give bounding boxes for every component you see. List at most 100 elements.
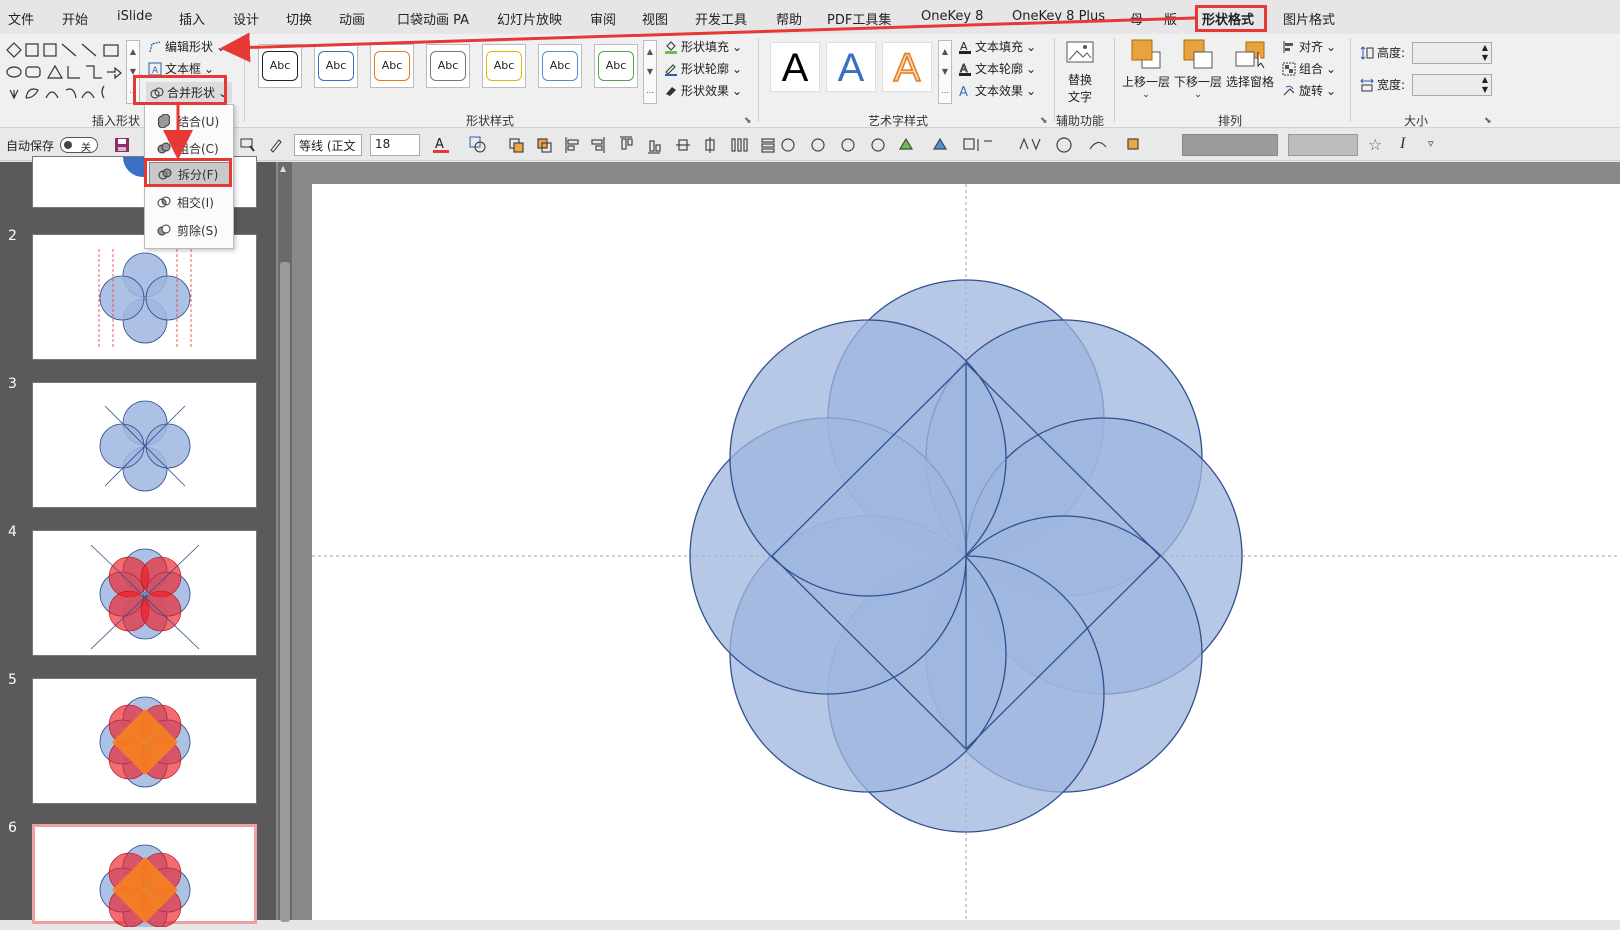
shape-styles-scroll[interactable]: ▲ ▼ ⋯ xyxy=(643,40,657,104)
star-icon[interactable]: ☆ xyxy=(1368,135,1382,154)
slide-thumbnail[interactable] xyxy=(32,234,257,360)
text-outline-icon: A xyxy=(959,62,971,76)
customize-toolbar-icon[interactable]: ▿ xyxy=(1428,137,1434,150)
arrange-icons-strip[interactable] xyxy=(508,135,1148,155)
text-fill-button[interactable]: A 文本填充 ⌄ xyxy=(958,38,1036,55)
align-button[interactable]: 对齐 ⌄ xyxy=(1282,38,1336,55)
bring-forward-button[interactable]: 上移一层 ⌄ xyxy=(1120,38,1172,100)
scrollbar-thumb[interactable] xyxy=(280,262,290,922)
rotate-label: 旋转 xyxy=(1299,84,1324,98)
send-backward-button[interactable]: 下移一层 ⌄ xyxy=(1172,38,1224,100)
tab-home[interactable]: 开始 xyxy=(62,9,88,28)
wordart-style-black[interactable]: A xyxy=(770,42,820,92)
flower-of-life-shape[interactable] xyxy=(312,184,1620,920)
slide-thumbnail[interactable] xyxy=(32,530,257,656)
tab-developer[interactable]: 开发工具 xyxy=(695,9,747,28)
dialog-launcher-icon[interactable]: ⬊ xyxy=(1040,116,1048,126)
wordart-styles-scroll[interactable]: ▲ ▼ ⋯ xyxy=(938,40,952,104)
tab-view[interactable]: 视图 xyxy=(642,9,668,28)
edit-shape-button[interactable]: 编辑形状 ⌄ xyxy=(148,38,226,55)
height-input[interactable]: ▲ ▼ xyxy=(1412,42,1492,64)
wordart-style-orange-outline[interactable]: A xyxy=(882,42,932,92)
tab-onekey8-plus[interactable]: OneKey 8 Plus xyxy=(1012,9,1105,24)
dialog-launcher-icon[interactable]: ⬊ xyxy=(744,116,752,126)
tab-slideshow[interactable]: 幻灯片放映 xyxy=(497,9,562,28)
shape-outline-button[interactable]: 形状轮廓 ⌄ xyxy=(664,60,742,77)
slide-canvas[interactable] xyxy=(312,184,1620,920)
shape-style-preset-text: Abc xyxy=(598,51,634,81)
menu-item-intersect[interactable]: 相交(I) xyxy=(149,190,231,214)
merge-shapes-label: 合并形状 xyxy=(167,86,216,100)
shape-fill-button[interactable]: 形状填充 ⌄ xyxy=(664,38,742,55)
spinner-icon[interactable]: ▲ ▼ xyxy=(1482,43,1488,63)
shape-effects-button[interactable]: 形状效果 ⌄ xyxy=(664,82,742,99)
bring-forward-icon xyxy=(1131,39,1161,69)
font-family-select[interactable]: 等线 (正文 xyxy=(294,134,362,156)
wordart-group-label: 艺术字样式 xyxy=(868,114,929,128)
autosave-toggle[interactable]: 关 xyxy=(60,137,98,154)
slide-thumbnail[interactable] xyxy=(32,678,257,804)
tab-master[interactable]: 母 xyxy=(1130,9,1143,28)
tab-transitions[interactable]: 切换 xyxy=(286,9,312,28)
slide-thumbnail-selected[interactable] xyxy=(32,824,257,930)
menu-item-combine[interactable]: 组合(C) xyxy=(149,136,231,160)
shape-fill-small-icon[interactable] xyxy=(468,135,488,153)
text-box-icon: A xyxy=(148,62,162,76)
width-input[interactable]: ▲ ▼ xyxy=(1412,74,1492,96)
tab-shape-format[interactable]: 形状格式 xyxy=(1202,9,1255,31)
tab-review[interactable]: 审阅 xyxy=(590,9,616,28)
spinner-icon[interactable]: ▲ ▼ xyxy=(1482,75,1488,95)
rotate-button[interactable]: 旋转 ⌄ xyxy=(1282,82,1336,99)
merge-shapes-button[interactable]: 合并形状 ⌄ xyxy=(146,82,233,103)
menu-bar: 文件 开始 iSlide 插入 设计 切换 动画 口袋动画 PA 幻灯片放映 审… xyxy=(0,0,1620,34)
shape-style-preset-4[interactable]: Abc xyxy=(426,44,470,88)
wordart-style-blue[interactable]: A xyxy=(826,42,876,92)
format-painter-icon[interactable] xyxy=(240,137,256,153)
width-label: 宽度: xyxy=(1377,78,1406,92)
tab-picture-format[interactable]: 图片格式 xyxy=(1283,9,1335,28)
tab-animations[interactable]: 动画 xyxy=(339,9,365,28)
shape-style-preset-6[interactable]: Abc xyxy=(538,44,582,88)
alt-text-button[interactable]: 替换 文字 xyxy=(1062,40,1098,105)
chevron-down-icon: ⌄ xyxy=(732,61,743,76)
spacing-input[interactable] xyxy=(1288,134,1358,156)
menu-item-fragment[interactable]: 拆分(F) xyxy=(149,162,231,186)
shapes-gallery[interactable] xyxy=(4,40,126,104)
italic-icon[interactable]: I xyxy=(1400,135,1405,153)
tab-onekey8[interactable]: OneKey 8 xyxy=(921,9,983,24)
scroll-up-icon[interactable]: ▲ xyxy=(280,164,286,173)
tab-pocket-animation[interactable]: 口袋动画 PA xyxy=(397,9,469,28)
paint-brush-icon[interactable] xyxy=(268,137,284,153)
text-effects-button[interactable]: A 文本效果 ⌄ xyxy=(958,82,1036,99)
shapes-gallery-scroll[interactable]: ▲ ▼ ⋯ xyxy=(126,40,140,104)
group-separator xyxy=(1350,38,1351,122)
tab-help[interactable]: 帮助 xyxy=(776,9,802,28)
shape-style-preset-7[interactable]: Abc xyxy=(594,44,638,88)
tab-islide[interactable]: iSlide xyxy=(117,9,152,24)
text-outline-button[interactable]: A 文本轮廓 ⌄ xyxy=(958,60,1036,77)
tab-file[interactable]: 文件 xyxy=(8,9,34,28)
menu-item-subtract[interactable]: 剪除(S) xyxy=(149,218,231,242)
tab-insert[interactable]: 插入 xyxy=(179,9,205,28)
text-box-button[interactable]: A 文本框 ⌄ xyxy=(148,60,214,77)
thumbnail-scrollbar[interactable]: ▲ xyxy=(278,162,292,922)
font-size-select[interactable]: 18 xyxy=(370,134,420,156)
shape-style-preset-1[interactable]: Abc xyxy=(258,44,302,88)
tab-design[interactable]: 设计 xyxy=(233,9,259,28)
text-effects-label: 文本效果 xyxy=(975,84,1024,98)
shape-style-preset-text: Abc xyxy=(486,51,522,81)
menu-item-union[interactable]: 结合(U) xyxy=(149,109,231,133)
selection-pane-button[interactable]: 选择窗格 xyxy=(1224,38,1276,90)
width-icon xyxy=(1360,78,1374,91)
line-weight-dropdown[interactable] xyxy=(1182,134,1278,156)
save-icon[interactable] xyxy=(114,137,130,153)
font-color-icon[interactable]: A xyxy=(432,135,450,153)
group-button[interactable]: 组合 ⌄ xyxy=(1282,60,1336,77)
dialog-launcher-icon[interactable]: ⬊ xyxy=(1484,116,1492,126)
shape-style-preset-5[interactable]: Abc xyxy=(482,44,526,88)
tab-layout[interactable]: 版 xyxy=(1164,9,1177,28)
shape-style-preset-3[interactable]: Abc xyxy=(370,44,414,88)
tab-pdf-tools[interactable]: PDF工具集 xyxy=(827,9,891,28)
shape-style-preset-2[interactable]: Abc xyxy=(314,44,358,88)
slide-thumbnail[interactable] xyxy=(32,382,257,508)
